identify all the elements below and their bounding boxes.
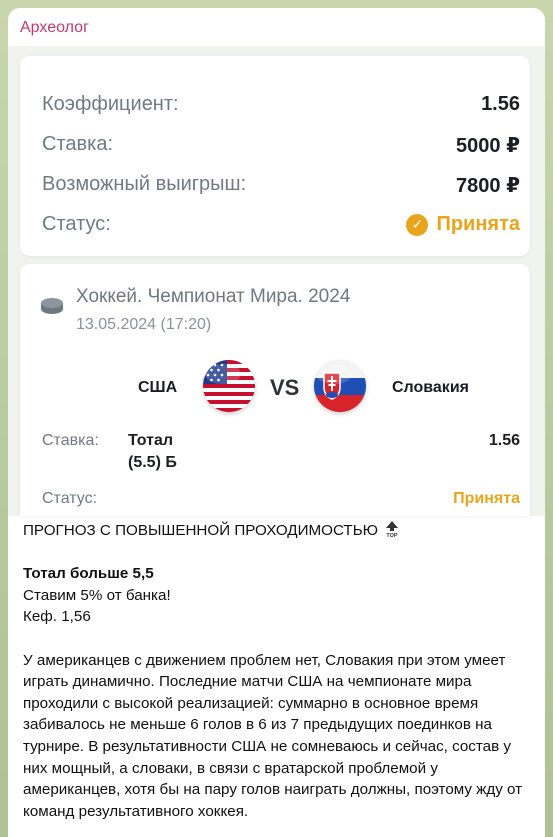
status-row: Статус: ✓ Принята [42, 213, 520, 243]
sender-name[interactable]: Археолог [20, 19, 89, 37]
svg-text:TOP: TOP [387, 533, 399, 538]
stake-row: Ставка: 5000 ₽ [42, 133, 520, 163]
team1-name: США [138, 379, 178, 396]
check-circle-icon: ✓ [406, 213, 429, 236]
bet-market-line2: (5.5) Б [128, 454, 177, 471]
stake-label: Ставка: [42, 133, 113, 155]
event-status-value: Принята [453, 490, 520, 507]
payout-value: 7800 ₽ [456, 175, 520, 197]
usa-flag-icon [203, 360, 255, 412]
vs-label: VS [270, 375, 300, 400]
bet-odds: 1.56 [488, 432, 520, 449]
status-label: Статус: [42, 213, 111, 235]
event-status-label: Статус: [42, 490, 98, 507]
top-arrow-icon: TOP [386, 521, 399, 538]
stake-value: 5000 ₽ [456, 135, 520, 157]
payout-row: Возможный выигрыш: 7800 ₽ [42, 173, 520, 203]
team2-name: Словакия [392, 379, 469, 396]
slovakia-flag-icon [314, 360, 366, 412]
message-text: ПРОГНОЗ С ПОВЫШЕННОЙ ПРОХОДИМОСТЬЮ TOP Т… [23, 520, 535, 837]
bet-headline: Тотал больше 5,5 [23, 565, 154, 583]
bet-summary-card: Коэффициент: 1.56 Ставка: 5000 ₽ Возможн… [20, 56, 530, 256]
payout-label: Возможный выигрыш: [42, 173, 247, 195]
odds-row: Коэффициент: 1.56 [42, 93, 520, 123]
bet-market-line1: Тотал [128, 432, 174, 449]
odds-line: Кеф. 1,56 [23, 608, 91, 626]
event-title: Хоккей. Чемпионат Мира. 2024 [76, 286, 351, 307]
headline: ПРОГНОЗ С ПОВЫШЕННОЙ ПРОХОДИМОСТЬЮ [23, 522, 379, 539]
message-bubble: Археолог Коэффициент: 1.56 Ставка: 5000 … [8, 8, 545, 837]
event-card: Хоккей. Чемпионат Мира. 2024 13.05.2024 … [20, 264, 530, 516]
odds-label: Коэффициент: [42, 93, 179, 115]
status-value: ✓ Принята [406, 213, 520, 236]
bank-share-line: Ставим 5% от банка! [23, 586, 171, 604]
hockey-puck-icon [41, 298, 63, 314]
analysis-paragraph: У американцев с движением проблем нет, С… [23, 651, 523, 820]
status-text: Принята [436, 213, 520, 235]
bet-label: Ставка: [42, 432, 99, 449]
event-date: 13.05.2024 (17:20) [76, 316, 212, 333]
bet-slip-image[interactable]: Коэффициент: 1.56 Ставка: 5000 ₽ Возможн… [8, 46, 545, 516]
odds-value: 1.56 [481, 93, 520, 115]
